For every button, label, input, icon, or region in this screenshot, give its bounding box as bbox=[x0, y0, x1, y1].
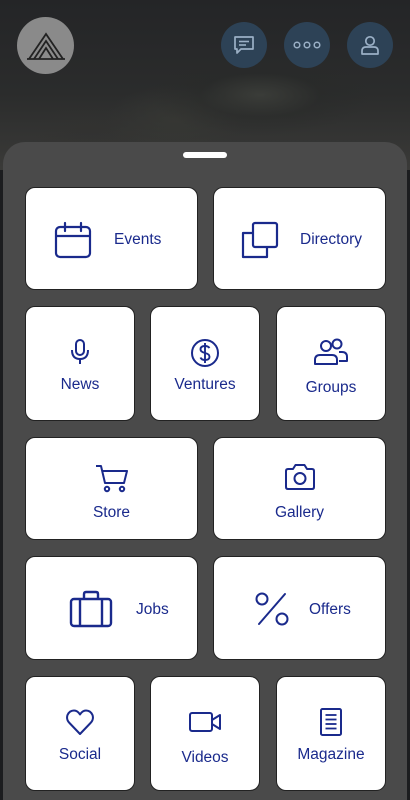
mountain-arch-logo-icon bbox=[26, 31, 65, 60]
events-label: Events bbox=[114, 231, 162, 248]
briefcase-icon bbox=[69, 590, 113, 628]
events-tile[interactable]: Events bbox=[25, 187, 198, 290]
social-tile[interactable]: Social bbox=[25, 676, 135, 791]
drag-handle[interactable] bbox=[183, 152, 227, 158]
camera-icon bbox=[214, 463, 385, 491]
copy-icon bbox=[241, 221, 279, 259]
user-icon bbox=[361, 35, 379, 55]
groups-tile[interactable]: Groups bbox=[276, 306, 386, 421]
ventures-label: Ventures bbox=[174, 376, 236, 393]
more-button[interactable] bbox=[284, 22, 330, 68]
percent-icon bbox=[254, 591, 290, 627]
news-label: News bbox=[60, 376, 100, 393]
video-camera-icon bbox=[151, 711, 259, 733]
store-label: Store bbox=[92, 504, 131, 521]
chat-icon bbox=[234, 36, 254, 54]
gallery-tile[interactable]: Gallery bbox=[213, 437, 386, 540]
cart-icon bbox=[26, 463, 197, 493]
app-logo[interactable] bbox=[17, 17, 74, 74]
more-horizontal-icon bbox=[293, 41, 321, 49]
magazine-label: Magazine bbox=[297, 746, 365, 763]
social-label: Social bbox=[58, 746, 102, 763]
microphone-icon bbox=[26, 338, 134, 366]
gallery-label: Gallery bbox=[274, 504, 325, 521]
document-icon bbox=[277, 707, 385, 737]
calendar-icon bbox=[54, 221, 92, 259]
profile-button[interactable] bbox=[347, 22, 393, 68]
chat-button[interactable] bbox=[221, 22, 267, 68]
dollar-circle-icon bbox=[151, 338, 259, 368]
store-tile[interactable]: Store bbox=[25, 437, 198, 540]
ventures-tile[interactable]: Ventures bbox=[150, 306, 260, 421]
directory-tile[interactable]: Directory bbox=[213, 187, 386, 290]
videos-label: Videos bbox=[181, 749, 229, 766]
jobs-label: Jobs bbox=[136, 601, 169, 618]
users-icon bbox=[277, 338, 385, 366]
groups-label: Groups bbox=[305, 379, 357, 396]
magazine-tile[interactable]: Magazine bbox=[276, 676, 386, 791]
offers-label: Offers bbox=[309, 601, 351, 618]
videos-tile[interactable]: Videos bbox=[150, 676, 260, 791]
offers-tile[interactable]: Offers bbox=[213, 556, 386, 660]
news-tile[interactable]: News bbox=[25, 306, 135, 421]
jobs-tile[interactable]: Jobs bbox=[25, 556, 198, 660]
heart-icon bbox=[26, 708, 134, 736]
directory-label: Directory bbox=[300, 231, 363, 248]
